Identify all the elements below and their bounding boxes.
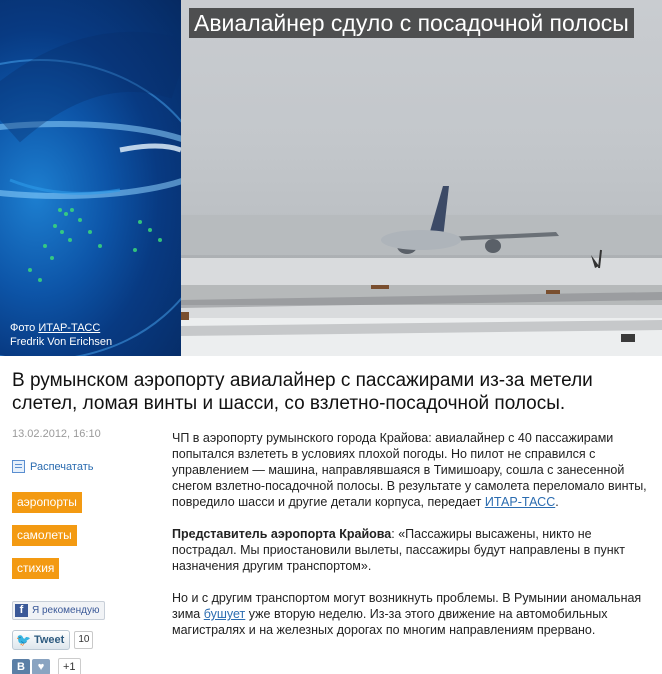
social-share: f Я рекомендую 🐦 Tweet 10 B ♥ +1: [12, 600, 106, 674]
tweet-button[interactable]: 🐦 Tweet: [12, 630, 71, 650]
article-body: ЧП в аэропорту румынского города Крайова…: [172, 430, 656, 654]
itar-tass-link[interactable]: ИТАР-ТАСС: [485, 495, 555, 509]
article-meta-column: 13.02.2012, 16:10 Распечатать аэропорты …: [12, 428, 162, 591]
vk-like-heart-icon[interactable]: ♥: [32, 659, 50, 674]
credit-agency-link[interactable]: ИТАР-ТАСС: [38, 322, 100, 334]
credit-author: Fredrik Von Erichsen: [10, 336, 113, 348]
hero-banner: Фото ИТАР-ТАСС Fredrik Von Erichsen Авиа…: [0, 0, 662, 356]
credit-prefix: Фото: [10, 322, 36, 334]
paragraph-1: ЧП в аэропорту румынского города Крайова…: [172, 430, 656, 510]
vkontakte-icon[interactable]: B: [12, 659, 30, 674]
paragraph-2: Представитель аэропорта Крайова: «Пассаж…: [172, 526, 656, 574]
rages-link[interactable]: бушует: [204, 607, 246, 621]
article-lead: В румынском аэропорту авиалайнер с пасса…: [12, 370, 593, 414]
google-plus-one-button[interactable]: +1: [58, 658, 81, 674]
news-photo: [181, 0, 662, 356]
facebook-icon: f: [15, 604, 28, 617]
twitter-bird-icon: 🐦: [16, 633, 31, 647]
paragraph-2-speaker: Представитель аэропорта Крайова: [172, 527, 392, 541]
paragraph-1-end: .: [555, 495, 559, 509]
article-date: 13.02.2012, 16:10: [12, 428, 101, 440]
tag-planes[interactable]: самолеты: [12, 525, 77, 546]
facebook-recommend-label: Я рекомендую: [32, 605, 100, 616]
tweet-count: 10: [74, 631, 94, 649]
facebook-recommend-button[interactable]: f Я рекомендую: [12, 601, 106, 620]
print-button[interactable]: Распечатать: [12, 460, 162, 473]
globe-graphic: Фото ИТАР-ТАСС Fredrik Von Erichsen: [0, 0, 181, 356]
paragraph-3: Но и с другим транспортом могут возникну…: [172, 590, 656, 638]
hero-title: Авиалайнер сдуло с посадочной полосы: [189, 8, 634, 38]
photo-credit: Фото ИТАР-ТАСС Fredrik Von Erichsen: [10, 321, 112, 349]
tag-list: аэропорты самолеты стихия: [12, 492, 162, 579]
print-label: Распечатать: [30, 460, 94, 473]
tag-airports[interactable]: аэропорты: [12, 492, 82, 513]
print-icon: [12, 460, 25, 473]
tag-elements[interactable]: стихия: [12, 558, 60, 579]
paragraph-1-text: ЧП в аэропорту румынского города Крайова…: [172, 431, 647, 509]
tweet-label: Tweet: [33, 634, 65, 646]
